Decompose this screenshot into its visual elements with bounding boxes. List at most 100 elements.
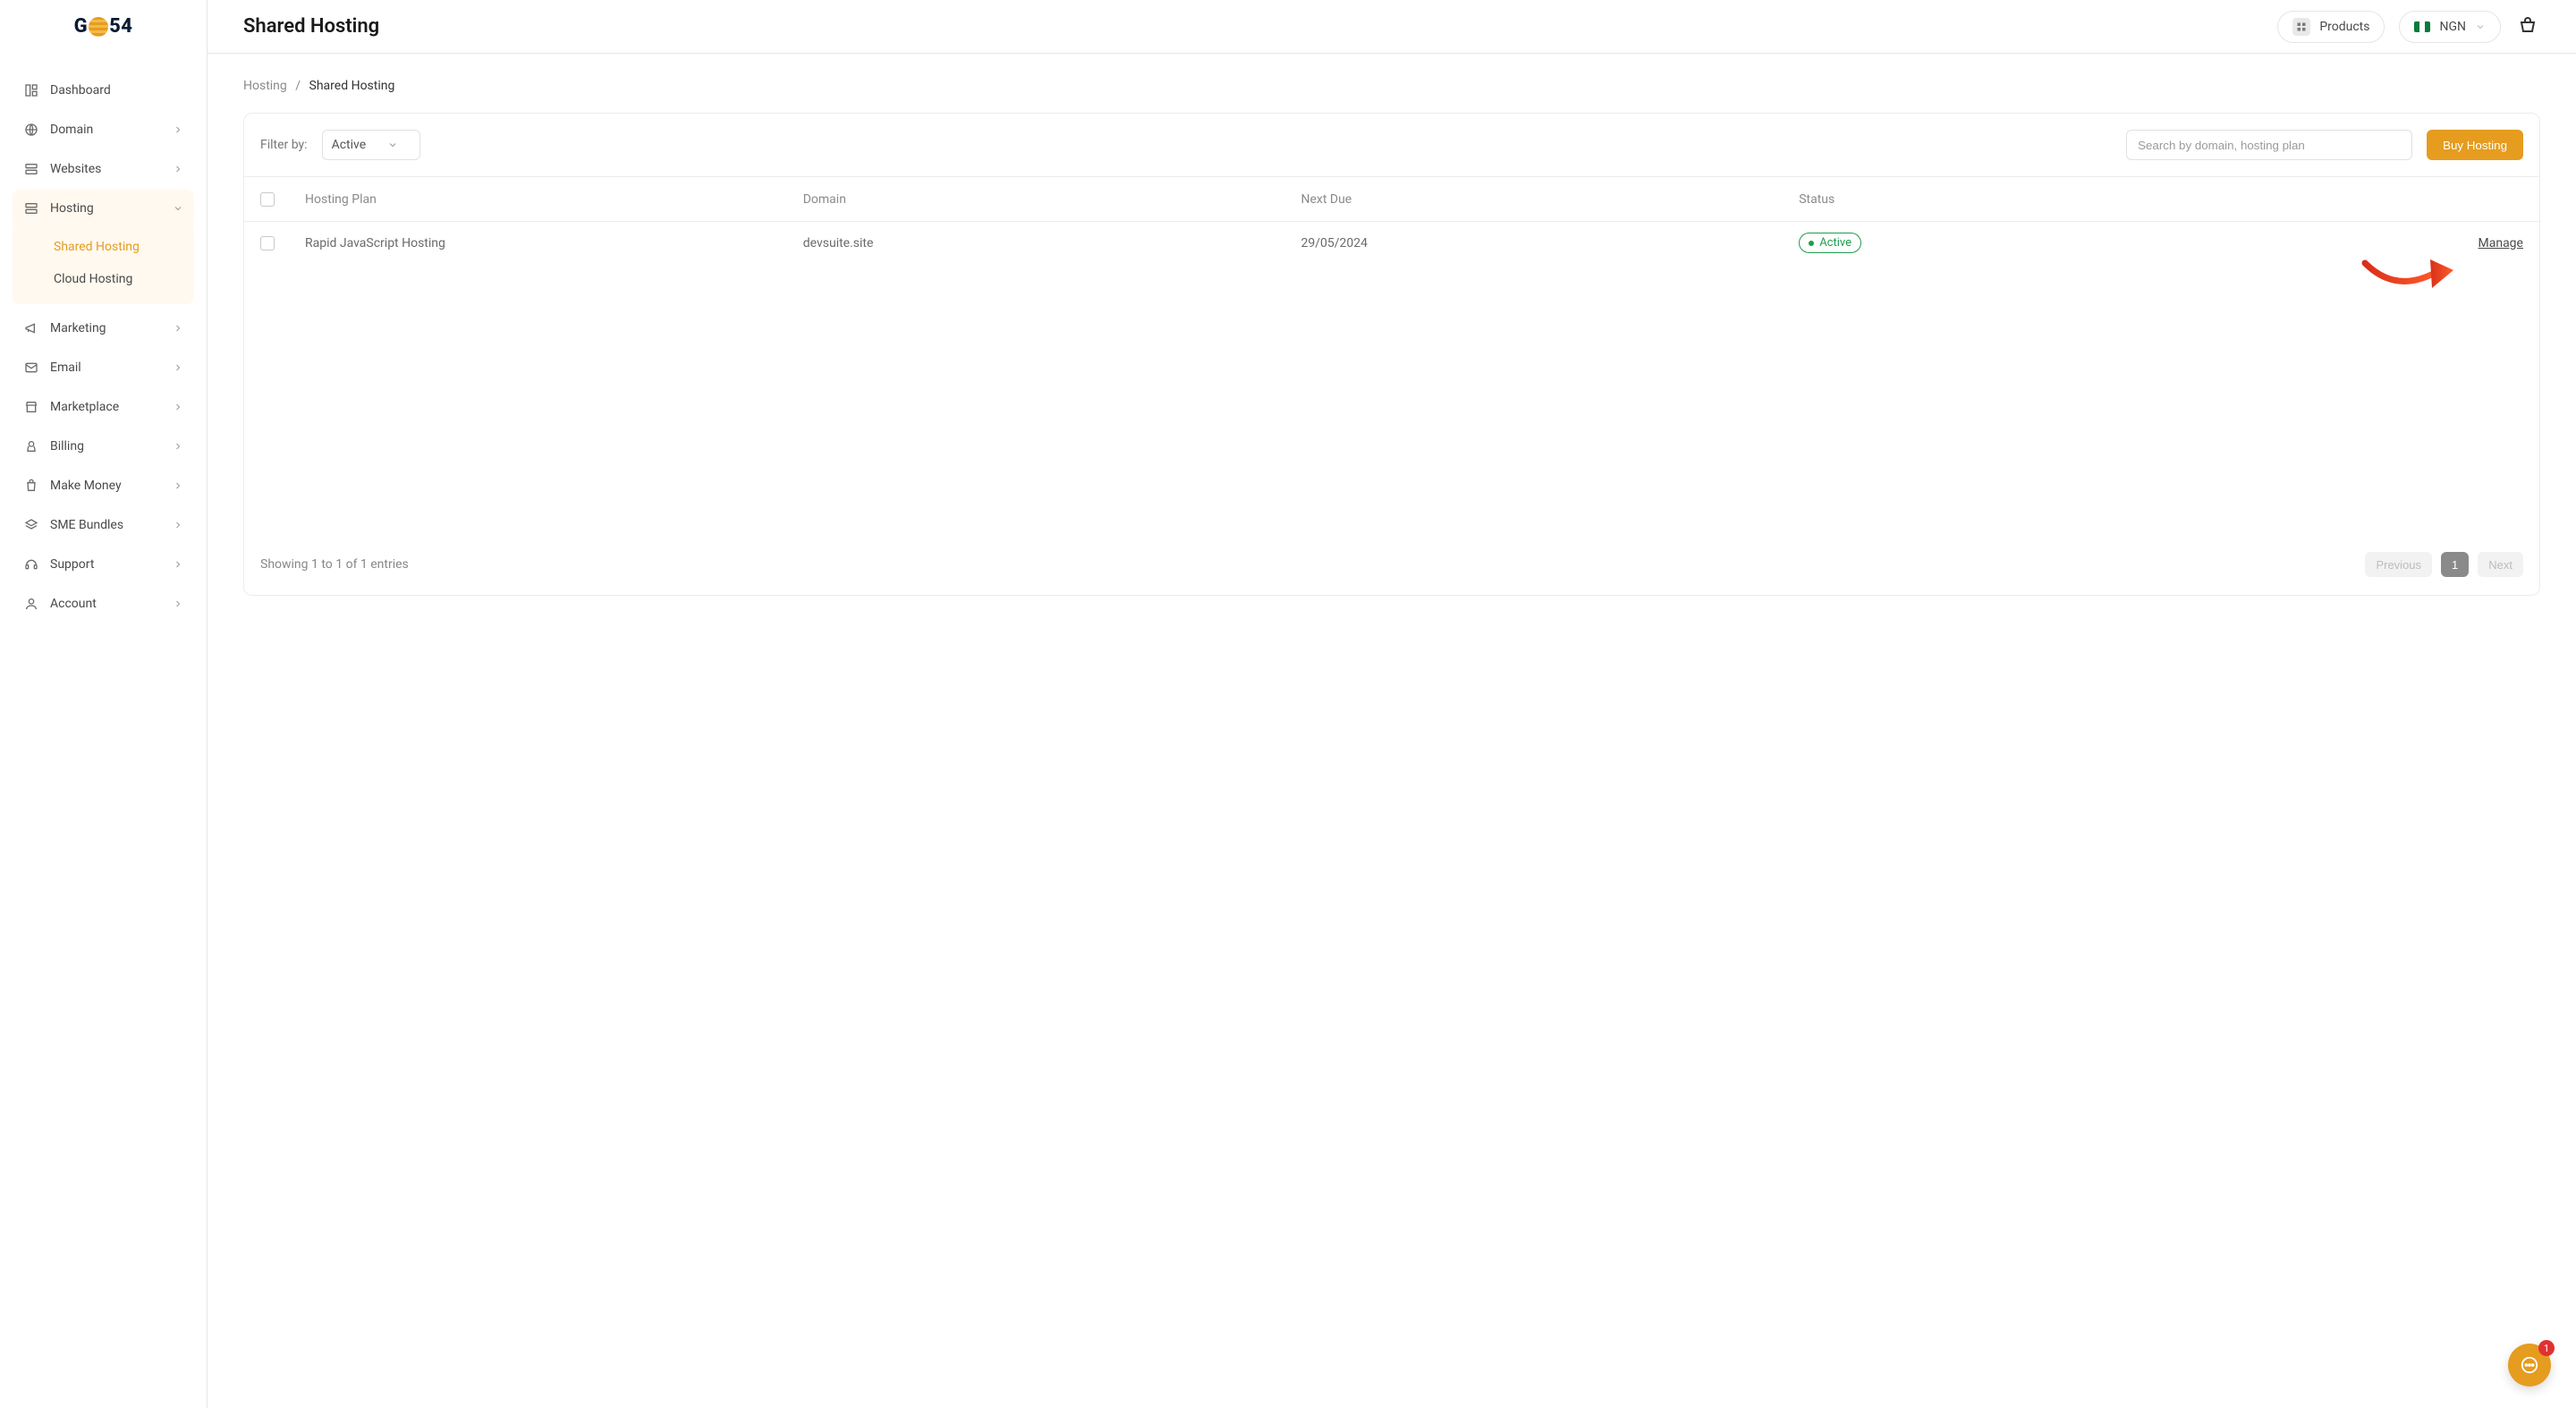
sidebar-item-label: Dashboard	[50, 83, 111, 98]
breadcrumb-parent[interactable]: Hosting	[243, 79, 287, 93]
dashboard-icon	[23, 82, 39, 98]
buy-hosting-button[interactable]: Buy Hosting	[2427, 130, 2523, 160]
page-title: Shared Hosting	[243, 15, 379, 38]
pagination: Previous 1 Next	[2365, 552, 2523, 577]
sidebar-item-websites[interactable]: Websites	[13, 150, 194, 188]
hosting-panel: Filter by: Active Buy Hosting Hosting Pl…	[243, 113, 2540, 596]
currency-selector[interactable]: NGN	[2399, 11, 2501, 43]
chevron-right-icon	[173, 441, 183, 452]
col-hosting-plan: Hosting Plan	[305, 192, 803, 207]
sidebar-item-domain[interactable]: Domain	[13, 111, 194, 148]
status-badge: Active	[1799, 233, 1861, 253]
chevron-right-icon	[173, 323, 183, 334]
chevron-right-icon	[173, 124, 183, 135]
status-text: Active	[1819, 236, 1852, 250]
manage-link[interactable]: Manage	[2479, 236, 2523, 250]
col-domain: Domain	[803, 192, 1301, 207]
table-header: Hosting Plan Domain Next Due Status	[244, 176, 2539, 221]
globe-icon	[23, 122, 39, 138]
sidebar-item-label: Hosting	[50, 201, 94, 216]
sidebar-item-account[interactable]: Account	[13, 585, 194, 623]
grid-icon	[2292, 18, 2310, 36]
sidebar-subitem-cloud-hosting[interactable]: Cloud Hosting	[13, 263, 194, 295]
row-checkbox[interactable]	[260, 236, 275, 250]
sidebar-item-label: Marketplace	[50, 400, 119, 414]
filter-label: Filter by:	[260, 138, 308, 152]
bag-icon	[23, 478, 39, 494]
chevron-down-icon	[387, 140, 398, 150]
breadcrumb-separator: /	[295, 79, 301, 93]
sidebar-item-label: Domain	[50, 123, 93, 137]
store-icon	[23, 399, 39, 415]
nigeria-flag-icon	[2414, 21, 2430, 32]
chevron-right-icon	[173, 362, 183, 373]
layers-icon	[23, 517, 39, 533]
breadcrumb-current: Shared Hosting	[309, 79, 395, 93]
sidebar-subitem-label: Shared Hosting	[54, 240, 140, 254]
chevron-right-icon	[173, 164, 183, 174]
sidebar-nav: Dashboard Domain Websites	[0, 54, 207, 642]
headset-icon	[23, 556, 39, 573]
sidebar-subitem-label: Cloud Hosting	[54, 272, 132, 286]
sidebar-item-label: Marketing	[50, 321, 106, 335]
products-label: Products	[2319, 20, 2369, 34]
sidebar-item-billing[interactable]: Billing	[13, 428, 194, 465]
sidebar-item-label: Billing	[50, 439, 84, 454]
chevron-right-icon	[173, 480, 183, 491]
megaphone-icon	[23, 320, 39, 336]
next-button[interactable]: Next	[2478, 552, 2523, 577]
filter-selected-value: Active	[332, 138, 367, 152]
annotation-arrow-icon	[2360, 254, 2459, 299]
cart-icon	[2517, 16, 2538, 38]
sidebar-item-label: Account	[50, 597, 97, 611]
col-next-due: Next Due	[1301, 192, 1799, 207]
sidebar-item-email[interactable]: Email	[13, 349, 194, 386]
sidebar-item-marketplace[interactable]: Marketplace	[13, 388, 194, 426]
sidebar: G 54 Dashboard Domain	[0, 0, 208, 1408]
chat-icon	[2520, 1355, 2539, 1375]
logo-circle-icon	[89, 17, 108, 37]
sidebar-submenu-hosting: Shared Hosting Cloud Hosting	[13, 225, 194, 304]
sidebar-item-label: Websites	[50, 162, 101, 176]
products-button[interactable]: Products	[2277, 11, 2385, 43]
sidebar-subitem-shared-hosting[interactable]: Shared Hosting	[13, 231, 194, 263]
prev-button[interactable]: Previous	[2365, 552, 2432, 577]
chevron-down-icon	[173, 203, 183, 214]
sidebar-item-marketing[interactable]: Marketing	[13, 310, 194, 347]
content: Hosting / Shared Hosting Filter by: Acti…	[208, 54, 2576, 621]
mail-icon	[23, 360, 39, 376]
topbar: Shared Hosting Products NGN	[208, 0, 2576, 54]
chat-fab[interactable]: 1	[2508, 1344, 2551, 1387]
cell-hosting-plan: Rapid JavaScript Hosting	[305, 236, 803, 250]
sidebar-item-label: Support	[50, 557, 94, 572]
sidebar-item-label: Make Money	[50, 479, 122, 493]
sidebar-item-label: SME Bundles	[50, 518, 123, 532]
sidebar-item-dashboard[interactable]: Dashboard	[13, 72, 194, 109]
server-icon	[23, 200, 39, 216]
sidebar-item-support[interactable]: Support	[13, 546, 194, 583]
logo[interactable]: G 54	[0, 0, 207, 54]
logo-text-prefix: G	[74, 15, 89, 38]
panel-toolbar: Filter by: Active Buy Hosting	[244, 114, 2539, 176]
logo-text-suffix: 54	[109, 15, 132, 38]
currency-label: NGN	[2439, 20, 2466, 34]
sidebar-item-hosting[interactable]: Hosting	[13, 190, 194, 227]
search-input[interactable]	[2126, 130, 2412, 160]
sidebar-item-sme-bundles[interactable]: SME Bundles	[13, 506, 194, 544]
table-row: Rapid JavaScript Hosting devsuite.site 2…	[244, 221, 2539, 264]
chevron-down-icon	[2475, 21, 2486, 32]
wallet-icon	[23, 438, 39, 454]
cell-domain: devsuite.site	[803, 236, 1301, 250]
panel-footer: Showing 1 to 1 of 1 entries Previous 1 N…	[244, 534, 2539, 595]
filter-select[interactable]: Active	[322, 130, 420, 160]
status-dot-icon	[1809, 241, 1814, 246]
select-all-checkbox[interactable]	[260, 192, 275, 207]
cell-next-due: 29/05/2024	[1301, 236, 1799, 250]
sidebar-item-make-money[interactable]: Make Money	[13, 467, 194, 505]
server-icon	[23, 161, 39, 177]
cart-button[interactable]	[2515, 14, 2540, 39]
chat-badge: 1	[2538, 1340, 2555, 1356]
main: Shared Hosting Products NGN	[208, 0, 2576, 1408]
showing-text: Showing 1 to 1 of 1 entries	[260, 557, 409, 572]
page-button-1[interactable]: 1	[2441, 552, 2469, 577]
